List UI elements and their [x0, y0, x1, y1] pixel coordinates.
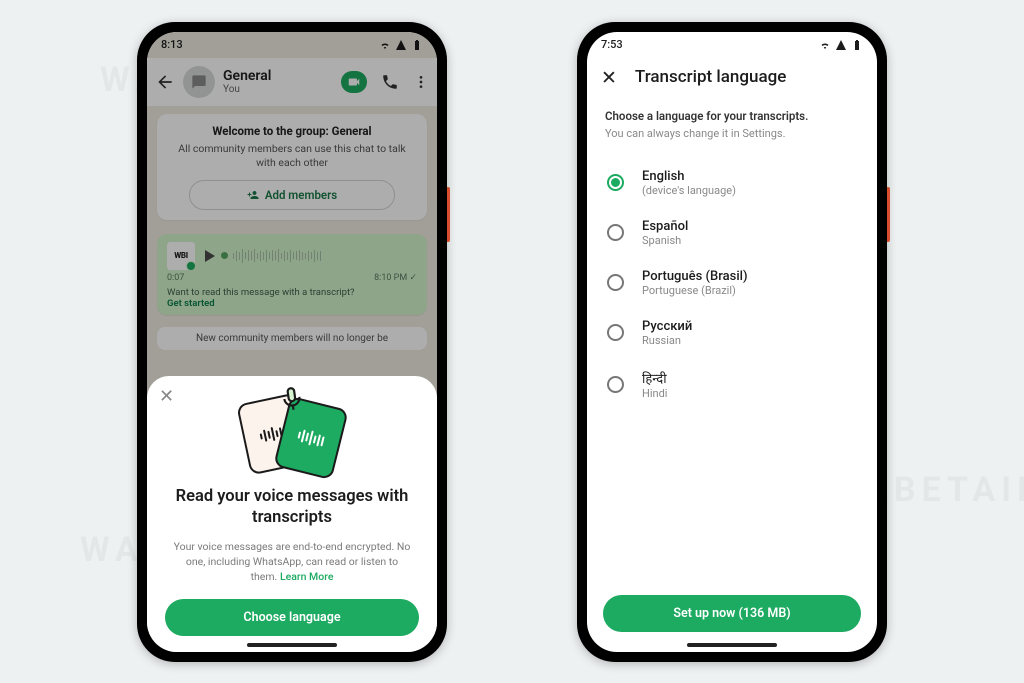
- status-time: 7:53: [601, 38, 623, 51]
- lead-text-2: You can always change it in Settings.: [605, 127, 859, 140]
- language-option[interactable]: Português (Brasil)Portuguese (Brazil): [605, 258, 859, 308]
- signal-icon: [835, 39, 847, 51]
- screen-right: 7:53 ✕ Transcript language Choose a lang…: [587, 32, 877, 652]
- radio-icon: [607, 174, 624, 191]
- sheet-description: Your voice messages are end-to-end encry…: [165, 539, 419, 599]
- phone-left: 8:13 General You: [137, 22, 447, 662]
- radio-icon: [607, 274, 624, 291]
- page-header: ✕ Transcript language: [587, 58, 877, 101]
- status-bar: 7:53: [587, 32, 877, 58]
- screen-left: 8:13 General You: [147, 32, 437, 652]
- sheet-illustration: [237, 394, 347, 474]
- close-icon[interactable]: ✕: [159, 388, 174, 406]
- radio-icon: [607, 324, 624, 341]
- lead-text-1: Choose a language for your transcripts.: [605, 109, 859, 123]
- choose-language-button[interactable]: Choose language: [165, 599, 419, 636]
- phone-right: 7:53 ✕ Transcript language Choose a lang…: [577, 22, 887, 662]
- mic-icon: [277, 384, 306, 413]
- setup-button[interactable]: Set up now (136 MB): [603, 595, 861, 632]
- close-icon[interactable]: ✕: [601, 66, 617, 89]
- sheet-title: Read your voice messages with transcript…: [165, 486, 419, 529]
- language-label: EspañolSpanish: [642, 219, 688, 247]
- radio-icon: [607, 376, 624, 393]
- gesture-bar: [247, 643, 337, 647]
- battery-icon: [851, 39, 863, 51]
- status-icons: [819, 39, 863, 51]
- language-option[interactable]: EspañolSpanish: [605, 208, 859, 258]
- page-title: Transcript language: [635, 67, 786, 87]
- language-list: Choose a language for your transcripts. …: [587, 101, 877, 583]
- language-label: हिन्दीHindi: [642, 369, 667, 400]
- wifi-icon: [819, 39, 831, 51]
- language-option[interactable]: РусскийRussian: [605, 308, 859, 358]
- gesture-bar: [687, 643, 777, 647]
- radio-icon: [607, 224, 624, 241]
- language-option[interactable]: हिन्दीHindi: [605, 358, 859, 411]
- language-option[interactable]: English(device's language): [605, 158, 859, 208]
- footer: Set up now (136 MB): [587, 583, 877, 652]
- learn-more-link[interactable]: Learn More: [280, 570, 334, 583]
- language-label: Português (Brasil)Portuguese (Brazil): [642, 269, 748, 297]
- language-label: РусскийRussian: [642, 319, 692, 347]
- language-label: English(device's language): [642, 169, 736, 197]
- bottom-sheet: ✕ Read your voice messages with transcri…: [147, 376, 437, 652]
